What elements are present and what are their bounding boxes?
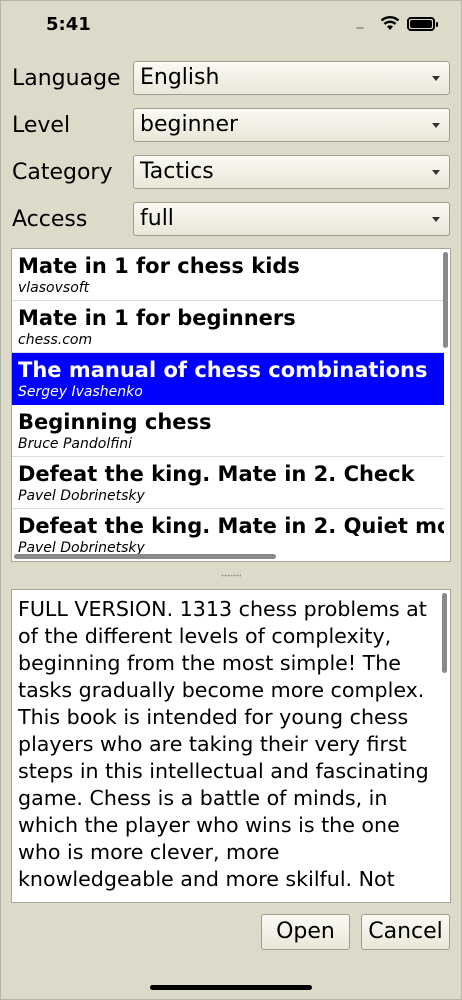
- category-value: Tactics: [140, 159, 214, 184]
- book-title: The manual of chess combinations: [18, 358, 428, 382]
- language-value: English: [140, 65, 220, 90]
- language-select[interactable]: English: [133, 61, 450, 95]
- level-select[interactable]: beginner: [133, 108, 450, 142]
- language-label: Language: [12, 66, 121, 91]
- cancel-button[interactable]: Cancel: [361, 914, 450, 950]
- category-select[interactable]: Tactics: [133, 155, 450, 189]
- description-panel[interactable]: FULL VERSION. 1313 chess problems at of …: [11, 589, 451, 903]
- access-row: Access full: [12, 202, 452, 238]
- book-author: Bruce Pandolfini: [18, 436, 133, 452]
- category-row: Category Tactics: [12, 155, 452, 191]
- list-horizontal-scrollbar[interactable]: [14, 554, 276, 559]
- book-item[interactable]: Beginning chess Bruce Pandolfini: [12, 405, 444, 457]
- book-title: Mate in 1 for beginners: [18, 306, 296, 330]
- book-title: Mate in 1 for chess kids: [18, 254, 300, 278]
- splitter-handle[interactable]: [221, 574, 241, 577]
- chevron-down-icon: [432, 76, 440, 81]
- language-row: Language English: [12, 61, 452, 97]
- access-select[interactable]: full: [133, 202, 450, 236]
- home-indicator[interactable]: [150, 985, 312, 990]
- book-item[interactable]: Defeat the king. Mate in 2. Check Pavel …: [12, 457, 444, 509]
- book-item[interactable]: Mate in 1 for beginners chess.com: [12, 301, 444, 353]
- chevron-down-icon: [432, 217, 440, 222]
- clock: 5:41: [46, 14, 91, 35]
- book-title: Defeat the king. Mate in 2. Check: [18, 462, 415, 486]
- wifi-icon: [380, 16, 400, 30]
- access-value: full: [140, 206, 174, 231]
- level-label: Level: [12, 113, 71, 138]
- chevron-down-icon: [432, 170, 440, 175]
- access-label: Access: [12, 207, 88, 232]
- level-row: Level beginner: [12, 108, 452, 144]
- category-label: Category: [12, 160, 113, 185]
- book-author: vlasovsoft: [18, 280, 90, 296]
- list-vertical-scrollbar[interactable]: [443, 252, 448, 348]
- book-title: Beginning chess: [18, 410, 212, 434]
- book-item-selected[interactable]: The manual of chess combinations Sergey …: [12, 353, 444, 405]
- battery-icon: [407, 17, 438, 31]
- book-list[interactable]: Mate in 1 for chess kids vlasovsoft Mate…: [11, 248, 451, 562]
- book-title: Defeat the king. Mate in 2. Quiet moves: [18, 514, 444, 538]
- book-item[interactable]: Mate in 1 for chess kids vlasovsoft: [12, 249, 444, 301]
- cellular-dots-icon: [356, 26, 364, 30]
- book-author: chess.com: [18, 332, 93, 348]
- status-bar: 5:41: [0, 0, 462, 52]
- chevron-down-icon: [432, 123, 440, 128]
- level-value: beginner: [140, 112, 239, 137]
- description-text: FULL VERSION. 1313 chess problems at of …: [18, 597, 429, 891]
- description-scrollbar[interactable]: [442, 593, 447, 673]
- book-author: Sergey Ivashenko: [18, 384, 143, 400]
- book-author: Pavel Dobrinetsky: [18, 488, 145, 504]
- open-button[interactable]: Open: [261, 914, 350, 950]
